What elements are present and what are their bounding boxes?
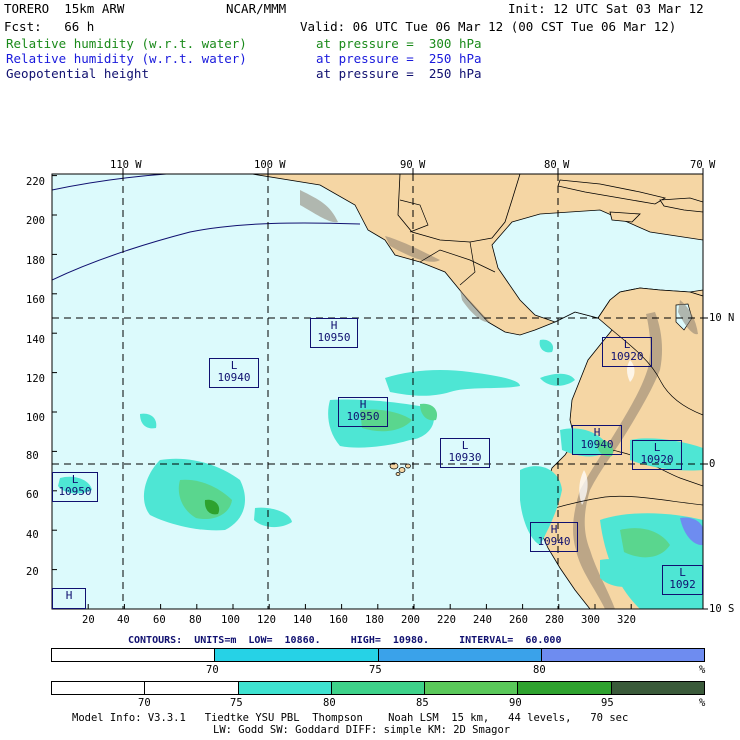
weather-map — [51, 168, 708, 610]
legend1-label: % — [699, 664, 706, 676]
x-tick-label: 80 — [189, 614, 202, 626]
y-tick-label: 60 — [26, 489, 39, 501]
low-pressure-center: L 10920 — [632, 440, 682, 470]
y-tick-label: 80 — [26, 450, 39, 462]
y-tick-label: 40 — [26, 529, 39, 541]
y-tick-label: 160 — [26, 294, 45, 306]
lat-label-0: 0 — [709, 458, 716, 470]
x-tick-label: 40 — [117, 614, 130, 626]
pressure-center-value: 10940 — [537, 535, 571, 548]
legend2-label: 75 — [230, 697, 243, 709]
color-bar-segment — [540, 649, 704, 661]
y-tick-label: 220 — [26, 176, 45, 188]
y-tick-label: 180 — [26, 255, 45, 267]
lon-label-90w: 90 W — [400, 159, 426, 171]
high-pressure-center: H 10940 — [530, 522, 578, 552]
x-tick-label: 100 — [221, 614, 240, 626]
y-tick-label: 120 — [26, 373, 45, 385]
pressure-center-value: 1092 — [669, 578, 696, 591]
x-tick-label: 280 — [545, 614, 564, 626]
lon-label-70w: 70 W — [690, 159, 716, 171]
x-tick-label: 20 — [82, 614, 95, 626]
high-pressure-center: H — [52, 588, 86, 609]
y-tick-label: 140 — [26, 334, 45, 346]
high-pressure-center: H 10940 — [572, 425, 622, 455]
color-bar-segment — [52, 649, 215, 661]
humidity-300-color-bar — [51, 681, 705, 695]
color-bar-segment — [52, 682, 145, 694]
pressure-center-value: 10940 — [580, 438, 614, 451]
x-tick-label: 260 — [509, 614, 528, 626]
high-pressure-center: H 10950 — [338, 397, 388, 427]
low-pressure-center: L 10940 — [209, 358, 259, 388]
pressure-center-value: 10940 — [217, 371, 251, 384]
x-tick-label: 140 — [293, 614, 312, 626]
lon-label-110w: 110 W — [110, 159, 142, 171]
legend2-label: % — [699, 697, 706, 709]
low-pressure-center: L 10920 — [602, 337, 652, 367]
low-pressure-center: L 1092 — [662, 565, 703, 595]
legend2-label: 80 — [323, 697, 336, 709]
legend1-label: 75 — [369, 664, 382, 676]
x-tick-label: 160 — [329, 614, 348, 626]
humidity-250-color-bar — [51, 648, 705, 662]
lat-label-10n: 10 N — [709, 312, 735, 324]
model-info-line-2: LW: Godd SW: Goddard DIFF: simple KM: 2D… — [213, 724, 511, 736]
color-bar-segment — [424, 682, 518, 694]
pressure-center-type: H — [65, 589, 73, 602]
legend2-label: 70 — [138, 697, 151, 709]
x-tick-label: 200 — [401, 614, 420, 626]
x-tick-label: 180 — [365, 614, 384, 626]
x-tick-label: 60 — [153, 614, 166, 626]
high-pressure-center: H 10950 — [310, 318, 358, 348]
model-info-line-1: Model Info: V3.3.1 Tiedtke YSU PBL Thomp… — [72, 712, 629, 724]
color-bar-segment — [610, 682, 704, 694]
legend1-label: 80 — [533, 664, 546, 676]
x-tick-label: 320 — [617, 614, 636, 626]
color-bar-segment — [330, 682, 425, 694]
low-pressure-center: L 10950 — [52, 472, 98, 502]
legend1-label: 70 — [206, 664, 219, 676]
legend2-label: 90 — [509, 697, 522, 709]
y-tick-label: 20 — [26, 566, 39, 578]
x-tick-label: 300 — [581, 614, 600, 626]
contours-caption: CONTOURS: UNITS=m LOW= 10860. HIGH= 1098… — [128, 635, 562, 646]
color-bar-segment — [214, 649, 378, 661]
legend2-label: 85 — [416, 697, 429, 709]
color-bar-segment — [517, 682, 611, 694]
x-tick-label: 120 — [257, 614, 276, 626]
pressure-center-value: 10950 — [58, 485, 92, 498]
pressure-center-value: 10920 — [640, 453, 674, 466]
pressure-center-value: 10950 — [346, 410, 380, 423]
pressure-center-value: 10920 — [610, 350, 644, 363]
x-tick-label: 220 — [437, 614, 456, 626]
x-tick-label: 240 — [473, 614, 492, 626]
pressure-center-value: 10950 — [317, 331, 351, 344]
pressure-center-value: 10930 — [448, 451, 482, 464]
color-bar-segment — [237, 682, 331, 694]
low-pressure-center: L 10930 — [440, 438, 490, 468]
legend2-label: 95 — [601, 697, 614, 709]
y-tick-label: 200 — [26, 215, 45, 227]
lon-label-80w: 80 W — [544, 159, 570, 171]
lon-label-100w: 100 W — [254, 159, 286, 171]
color-bar-segment — [377, 649, 541, 661]
color-bar-segment — [144, 682, 238, 694]
y-tick-label: 100 — [26, 412, 45, 424]
lat-label-10s: 10 S — [709, 603, 735, 615]
